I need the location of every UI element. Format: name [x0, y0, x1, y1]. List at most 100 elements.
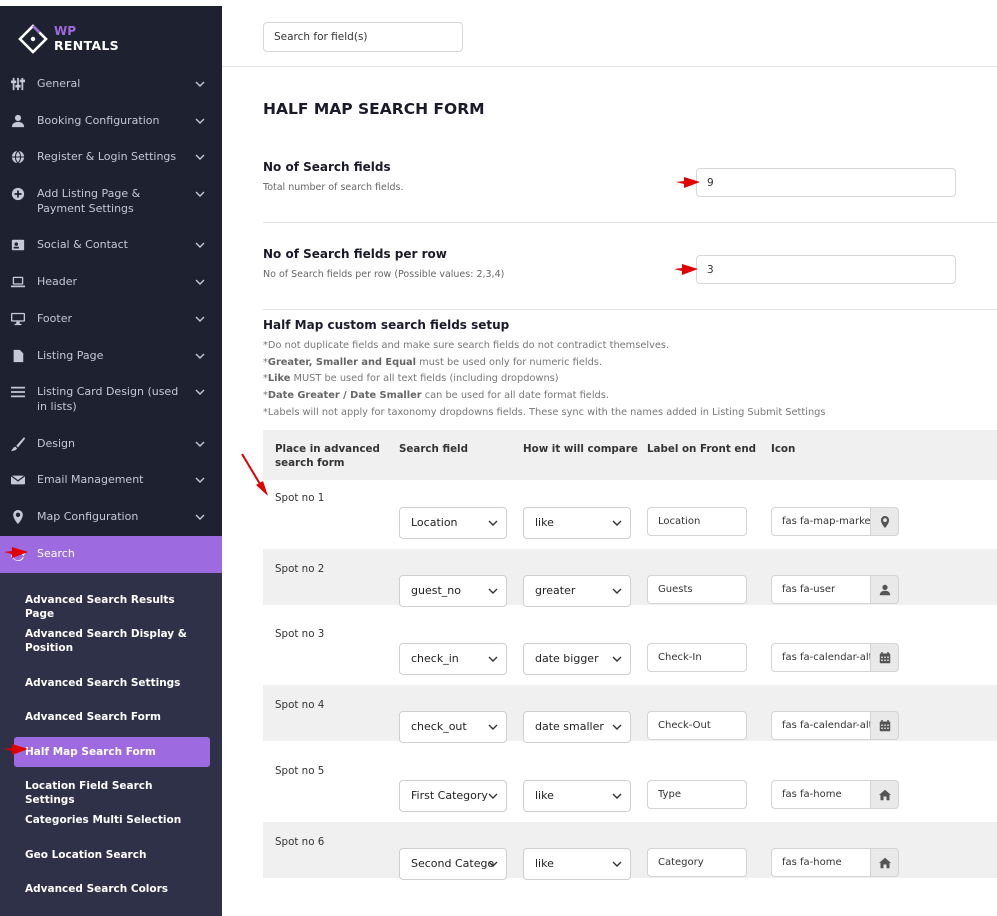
sidebar-item[interactable]: Listing Page [0, 346, 222, 366]
sidebar-item[interactable]: Social & Contact [0, 235, 222, 255]
sidebar-item-label: Search [37, 547, 75, 560]
compare-select[interactable]: like [523, 780, 631, 812]
spot-label: Spot no 1 [275, 492, 325, 504]
submenu-item[interactable]: Location Field Search Settings [25, 779, 200, 807]
compare-select[interactable]: date bigger [523, 643, 631, 675]
column-header: Search field [399, 443, 468, 455]
calendar-icon [879, 652, 891, 664]
sidebar-item[interactable]: Register & Login Settings [0, 147, 222, 167]
sidebar-item[interactable]: Add Listing Page & Payment Settings [0, 184, 222, 218]
submenu-item[interactable]: Advanced Search Settings [25, 676, 200, 690]
compare-select[interactable]: greater [523, 575, 631, 607]
sidebar-item-search[interactable]: Search [0, 536, 222, 573]
column-header: How it will compare [523, 443, 638, 455]
sidebar-item[interactable]: Header [0, 272, 222, 292]
map-marker-icon [880, 516, 890, 528]
chevron-down-icon [488, 861, 498, 867]
sidebar-item-label: Add Listing Page & Payment Settings [37, 187, 141, 215]
front-label-input[interactable]: Location [647, 507, 747, 536]
icon-preview [870, 848, 899, 877]
brand-line2: RENTALS [54, 38, 119, 53]
table-row: Spot no 4 check_out date smaller Check-O… [263, 685, 997, 743]
contact-card-icon [11, 239, 25, 251]
submenu-item[interactable]: Geo Location Search [25, 848, 200, 862]
chevron-down-icon [195, 154, 205, 160]
compare-select[interactable]: like [523, 507, 631, 539]
submenu-item[interactable]: Advanced Search Form [25, 710, 200, 724]
per-row-title: No of Search fields per row [263, 247, 447, 261]
icon-preview [870, 711, 899, 740]
chevron-down-icon [612, 520, 622, 526]
front-label-input[interactable]: Type [647, 780, 747, 809]
chevron-down-icon [488, 793, 498, 799]
search-field-select[interactable]: check_in [399, 643, 507, 675]
setup-note: *Labels will not apply for taxonomy drop… [263, 407, 826, 418]
chevron-down-icon [195, 514, 205, 520]
sidebar-item[interactable]: Map Configuration [0, 507, 222, 527]
chevron-down-icon [195, 441, 205, 447]
icon-class-input[interactable]: fas fa-calendar-alt [771, 711, 871, 740]
spot-label: Spot no 6 [275, 836, 325, 848]
icon-class-input[interactable]: fas fa-user [771, 575, 871, 604]
num-fields-input[interactable] [696, 168, 956, 197]
brush-icon [11, 437, 25, 451]
sidebar-item-label: Booking Configuration [37, 114, 160, 127]
annotation-arrow [676, 177, 700, 188]
chevron-down-icon [488, 656, 498, 662]
icon-class-input[interactable]: fas fa-map-marker [771, 507, 871, 536]
icon-preview [870, 575, 899, 604]
search-field-select[interactable]: First Category [399, 780, 507, 812]
chevron-down-icon [195, 191, 205, 197]
table-row: Spot no 2 guest_no greater Guests fas fa… [263, 549, 997, 607]
search-input[interactable] [263, 22, 463, 52]
submenu-item[interactable]: Advanced Search Results Page [25, 593, 200, 621]
header-divider [222, 66, 997, 67]
compare-select[interactable]: like [523, 848, 631, 880]
desktop-icon [11, 312, 25, 326]
annotation-arrow [241, 453, 268, 496]
chevron-down-icon [195, 279, 205, 285]
sidebar-item[interactable]: General [0, 74, 222, 94]
brand-logo[interactable]: WP RENTALS [18, 24, 198, 60]
icon-class-input[interactable]: fas fa-home [771, 780, 871, 809]
table-row: Spot no 3 check_in date bigger Check-In … [263, 617, 997, 675]
custom-setup-title: Half Map custom search fields setup [263, 318, 510, 332]
sidebar-item[interactable]: Listing Card Design (used in lists) [0, 382, 222, 416]
front-label-input[interactable]: Guests [647, 575, 747, 604]
column-header: Icon [771, 443, 796, 455]
chevron-down-icon [195, 477, 205, 483]
submenu-item[interactable]: Advanced Search Display & Position [25, 627, 200, 655]
front-label-input[interactable]: Check-In [647, 643, 747, 672]
submenu-item[interactable]: Half Map Search Form [25, 745, 200, 759]
search-field-select[interactable]: Location [399, 507, 507, 539]
sidebar-item[interactable]: Design [0, 434, 222, 454]
table-header: Place in advanced search form Search fie… [263, 430, 997, 480]
search-field-select[interactable]: Second Category [399, 848, 507, 880]
chevron-down-icon [195, 389, 205, 395]
setup-note: *Greater, Smaller and Equal must be used… [263, 357, 603, 368]
icon-class-input[interactable]: fas fa-home [771, 848, 871, 877]
front-label-input[interactable]: Check-Out [647, 711, 747, 740]
num-fields-desc: Total number of search fields. [263, 182, 404, 193]
annotation-arrow [4, 547, 28, 558]
sidebar-item-label: Listing Card Design (used in lists) [37, 385, 179, 413]
search-field-select[interactable]: check_out [399, 711, 507, 743]
search-field-select[interactable]: guest_no [399, 575, 507, 607]
compare-select[interactable]: date smaller [523, 711, 631, 743]
globe-icon [11, 150, 25, 164]
table-row: Spot no 5 First Category like Type fas f… [263, 754, 997, 812]
sidebar-item[interactable]: Booking Configuration [0, 111, 222, 131]
front-label-input[interactable]: Category [647, 848, 747, 877]
per-row-input[interactable] [696, 255, 956, 284]
divider [263, 222, 997, 223]
icon-class-input[interactable]: fas fa-calendar-alt [771, 643, 871, 672]
sidebar-item[interactable]: Footer [0, 309, 222, 329]
submenu-item[interactable]: Categories Multi Selection [25, 813, 200, 827]
spot-label: Spot no 2 [275, 563, 325, 575]
submenu-item[interactable]: Advanced Search Colors [25, 882, 200, 896]
sidebar-item-label: Footer [37, 312, 72, 325]
sidebar-item[interactable]: Email Management [0, 470, 222, 490]
sidebar-item-label: Email Management [37, 473, 144, 486]
chevron-down-icon [612, 588, 622, 594]
table-row: Spot no 6 Second Category like Category … [263, 822, 997, 880]
